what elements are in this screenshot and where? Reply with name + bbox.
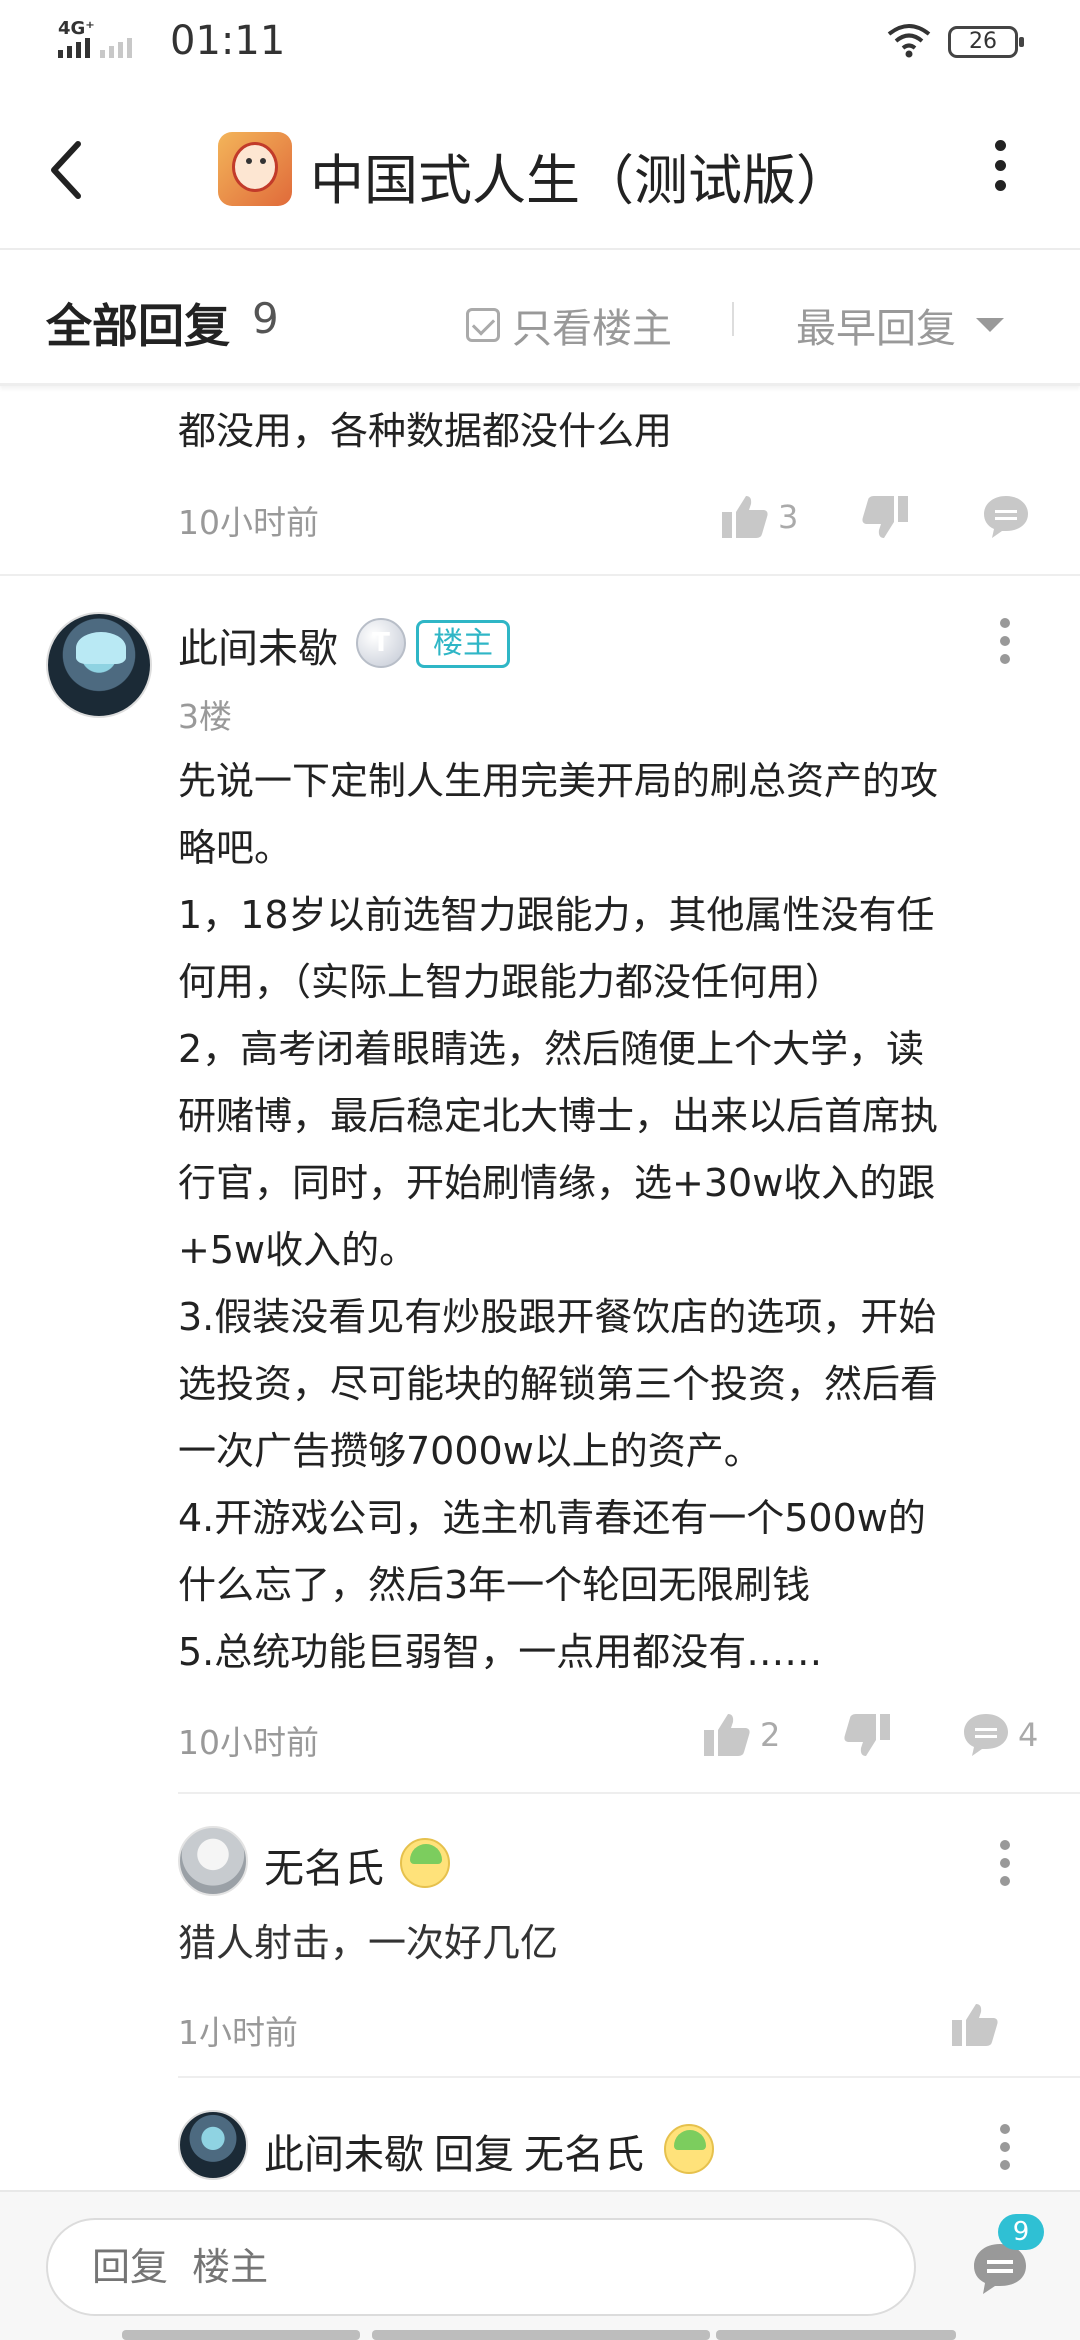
nav-indicator (122, 2330, 360, 2340)
previous-post-text: 都没用，各种数据都没什么用 (178, 409, 673, 453)
clock: 01:11 (170, 18, 286, 64)
sub-reply-more-icon[interactable] (990, 2124, 1020, 2184)
bottom-bar (0, 2190, 1080, 2340)
post-more-icon[interactable] (990, 618, 1020, 678)
all-replies-title: 全部回复 (46, 299, 230, 353)
only-op-toggle[interactable]: 只看楼主 (466, 296, 672, 354)
back-arrow-icon[interactable] (40, 130, 100, 210)
comment-icon (984, 496, 1028, 538)
author-name[interactable]: 此间未歇 (178, 616, 338, 674)
reply-count: 9 (252, 294, 279, 343)
sub-reply-more-icon[interactable] (990, 1840, 1020, 1900)
post-line: 先说一下定制人生用完美开局的刷总资产的攻 (178, 759, 939, 803)
post-time: 10小时前 (178, 1723, 319, 1762)
post-line: 5.总统功能巨弱智，一点用都没有…… (178, 1630, 823, 1674)
reply-input[interactable] (46, 2218, 916, 2316)
checkbox-icon[interactable] (466, 308, 500, 342)
like-count: 3 (778, 498, 799, 536)
dislike-button[interactable] (842, 1712, 892, 1758)
signal-icon (58, 36, 132, 58)
more-menu-icon[interactable] (985, 140, 1015, 204)
avatar[interactable] (178, 1826, 248, 1896)
sort-dropdown[interactable]: 最早回复 (796, 296, 1004, 354)
post-line: 一次广告攒够7000w以上的资产。 (178, 1429, 762, 1473)
filter-bar: 全部回复 9 只看楼主 最早回复 (0, 250, 1080, 386)
sub-reply-header: 此间未歇 回复 无名氏 (264, 2122, 644, 2180)
sort-label: 最早回复 (796, 306, 956, 352)
post-body: 先说一下定制人生用完美开局的刷总资产的攻 略吧。 1，18岁以前选智力跟能力，其… (178, 748, 1038, 1686)
post-line: 4.开游戏公司，选主机青春还有一个500w的 (178, 1496, 926, 1540)
post-line: 什么忘了，然后3年一个轮回无限刷钱 (178, 1563, 811, 1607)
dislike-button[interactable] (860, 494, 910, 540)
thumbs-up-icon (704, 1714, 750, 1756)
wifi-icon (887, 24, 931, 58)
thumbs-down-icon (862, 496, 908, 538)
sub-reply-divider (178, 2076, 1080, 2078)
post-line: 研赌博，最后稳定北大博士，出来以后首席执 (178, 1094, 939, 1138)
post-divider (0, 574, 1080, 576)
level-badge-icon: T (356, 618, 406, 668)
sub-reply-author[interactable]: 此间未歇 (264, 2132, 424, 2178)
like-button[interactable]: 3 (720, 494, 798, 540)
comment-count-badge: 9 (998, 2214, 1044, 2250)
divider (732, 302, 734, 336)
app-icon (218, 132, 292, 206)
status-bar: 4G⁺ 01:11 26 (0, 0, 1080, 90)
page-title: 中国式人生（测试版） (310, 149, 850, 212)
comment-icon (964, 1714, 1008, 1756)
dropdown-arrow-icon (976, 318, 1004, 332)
sub-reply-divider (178, 1792, 1080, 1794)
post-line: 选投资，尽可能块的解锁第三个投资，然后看 (178, 1362, 939, 1406)
battery-icon: 26 (948, 26, 1024, 58)
only-op-label: 只看楼主 (512, 306, 672, 352)
post-line: 3.假装没看见有炒股跟开餐饮店的选项，开始 (178, 1295, 937, 1339)
comment-button[interactable] (982, 494, 1030, 540)
nav-indicator (372, 2330, 710, 2340)
reply-target[interactable]: 无名氏 (524, 2132, 644, 2178)
post-line: 行官，同时，开始刷情缘，选+30w收入的跟 (178, 1161, 936, 1205)
post-line: 2，高考闭着眼睛选，然后随便上个大学，读 (178, 1027, 925, 1071)
comment-count: 4 (1018, 1716, 1039, 1754)
previous-post-time: 10小时前 (178, 503, 319, 542)
user-badge-icon (400, 1838, 450, 1888)
post-line: 1，18岁以前选智力跟能力，其他属性没有任 (178, 893, 935, 937)
thumbs-down-icon (844, 1714, 890, 1756)
post-line: 略吧。 (178, 826, 293, 870)
like-count: 2 (760, 1716, 781, 1754)
sub-reply-text: 猎人射击，一次好几亿 (178, 1921, 559, 1965)
nav-indicator (716, 2330, 956, 2340)
op-tag: 楼主 (416, 620, 510, 668)
thumbs-up-icon (952, 2004, 998, 2046)
comment-button[interactable]: 4 (962, 1712, 1038, 1758)
sub-reply-time: 1小时前 (178, 2013, 298, 2052)
sub-reply-author[interactable]: 无名氏 (264, 1836, 384, 1894)
like-button[interactable]: 2 (702, 1712, 780, 1758)
user-badge-icon (664, 2124, 714, 2174)
avatar[interactable] (178, 2110, 248, 2180)
post-line: 何用，（实际上智力跟能力都没任何用） (178, 960, 844, 1004)
title-bar: 中国式人生（测试版） (0, 90, 1080, 250)
thumbs-up-icon (722, 496, 768, 538)
reply-word: 回复 (434, 2132, 514, 2178)
like-button[interactable] (950, 2002, 1000, 2048)
avatar[interactable] (46, 612, 152, 718)
post-line: +5w收入的。 (178, 1228, 418, 1272)
floor-number: 3楼 (178, 697, 232, 736)
